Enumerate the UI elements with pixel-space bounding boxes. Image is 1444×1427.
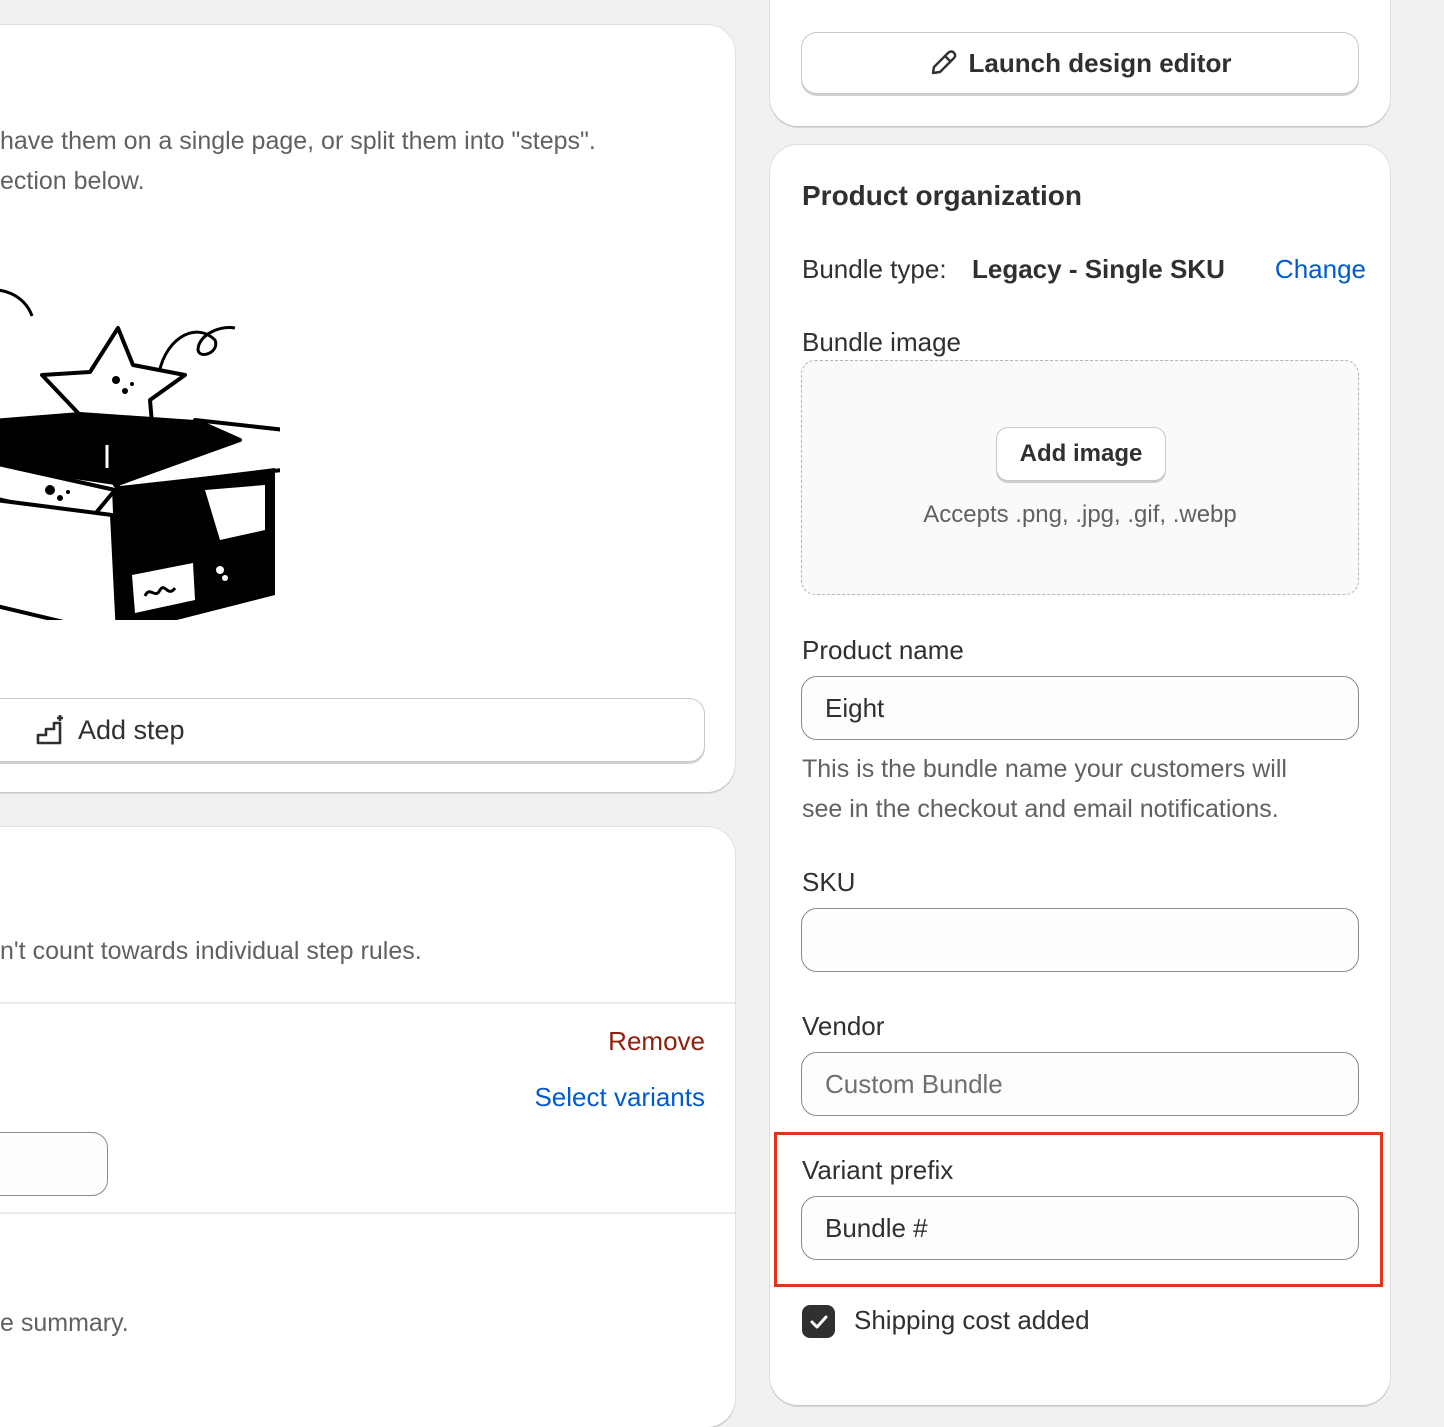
remove-link[interactable]: Remove (608, 1021, 705, 1061)
variant-prefix-highlight (774, 1132, 1383, 1287)
design-card: Launch design editor (770, 0, 1390, 126)
accepted-formats-text: Accepts .png, .jpg, .gif, .webp (923, 501, 1237, 528)
product-name-field[interactable]: Eight (801, 676, 1359, 740)
product-name-help-line2: see in the checkout and email notificati… (802, 795, 1279, 823)
change-bundle-type-link[interactable]: Change (1275, 249, 1366, 289)
product-organization-title: Product organization (802, 180, 1082, 211)
product-name-value: Eight (825, 692, 885, 723)
launch-design-editor-button[interactable]: Launch design editor (801, 32, 1359, 94)
bundle-image-label: Bundle image (802, 327, 961, 357)
add-image-label: Add image (1019, 440, 1143, 467)
bundle-type-label: Bundle type: (802, 254, 947, 284)
bundle-image-dropzone[interactable]: Add image Accepts .png, .jpg, .gif, .web… (801, 360, 1359, 595)
summary-text: e summary. (0, 1309, 129, 1337)
checkmark-icon (810, 1315, 827, 1328)
sku-label: SKU (802, 867, 856, 897)
vendor-field[interactable]: Custom Bundle (801, 1052, 1359, 1116)
steps-description-line2: ection below. (0, 167, 145, 195)
bundle-type-value: Legacy - Single SKU (972, 254, 1225, 284)
launch-design-editor-label: Launch design editor (968, 47, 1232, 78)
shipping-cost-checkbox[interactable] (802, 1305, 835, 1338)
quantity-input[interactable] (0, 1132, 108, 1196)
steps-description-line1: have them on a single page, or split the… (0, 127, 596, 155)
sku-field[interactable] (801, 908, 1359, 972)
product-name-help-line1: This is the bundle name your customers w… (802, 755, 1287, 783)
add-step-label: Add step (78, 714, 185, 745)
product-name-label: Product name (802, 635, 964, 665)
steps-card: have them on a single page, or split the… (0, 25, 735, 792)
stairs-plus-icon (36, 715, 63, 745)
rules-description: n't count towards individual step rules. (0, 937, 422, 965)
rules-card: n't count towards individual step rules.… (0, 827, 735, 1427)
pencil-icon (931, 50, 956, 75)
vendor-label: Vendor (802, 1011, 885, 1041)
vendor-placeholder: Custom Bundle (825, 1068, 1003, 1099)
select-variants-link[interactable]: Select variants (534, 1077, 705, 1117)
rules-divider-bottom (0, 1212, 735, 1214)
add-image-button[interactable]: Add image (996, 427, 1166, 481)
add-step-button[interactable]: Add step (0, 698, 705, 762)
shipping-cost-label[interactable]: Shipping cost added (854, 1305, 1090, 1336)
rules-divider-top (0, 1002, 735, 1004)
gift-box-star-illustration (0, 288, 280, 620)
